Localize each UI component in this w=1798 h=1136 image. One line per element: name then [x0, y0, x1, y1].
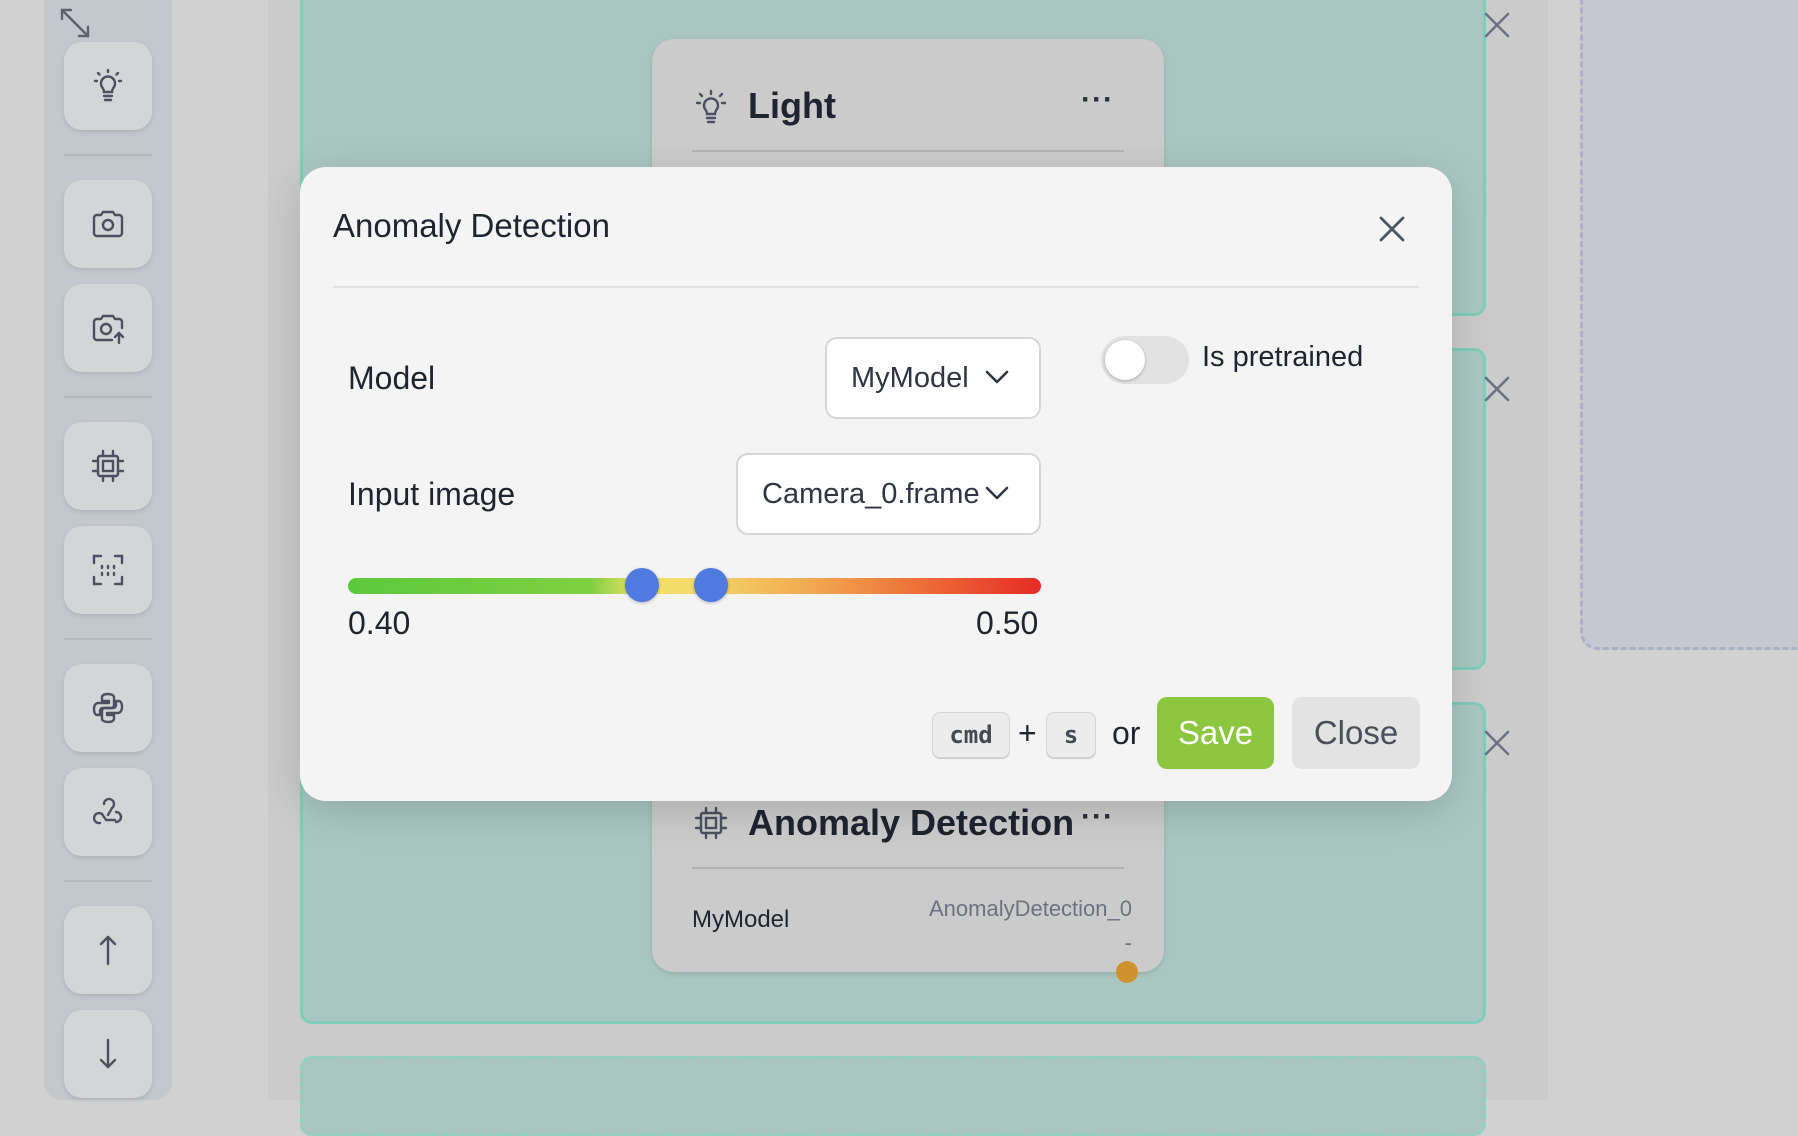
add-scan-button[interactable] — [64, 526, 152, 614]
model-label: Model — [348, 360, 436, 396]
toolbar-divider — [64, 154, 152, 156]
node-toolbar — [44, 0, 172, 1100]
toolbar-divider — [64, 638, 152, 640]
node-model-value: MyModel — [692, 906, 790, 933]
threshold-max-thumb[interactable] — [694, 568, 728, 602]
lightbulb-icon — [91, 69, 125, 103]
close-icon[interactable] — [1483, 729, 1511, 757]
add-light-button[interactable] — [64, 42, 152, 130]
close-icon[interactable] — [1483, 11, 1511, 39]
node-title: Light — [748, 85, 836, 126]
chevron-down-icon — [985, 369, 1009, 385]
python-icon — [91, 691, 125, 725]
chip-icon — [694, 806, 728, 840]
camera-icon — [91, 207, 125, 241]
webhook-icon — [91, 795, 125, 829]
add-camera-upload-button[interactable] — [64, 284, 152, 372]
save-button[interactable]: Save — [1157, 697, 1274, 769]
dialog-divider — [333, 286, 1419, 288]
more-icon[interactable]: ··· — [1081, 83, 1114, 117]
arrow-up-icon — [91, 933, 125, 967]
shortcut-key-cmd: cmd — [932, 712, 1010, 758]
add-webhook-button[interactable] — [64, 768, 152, 856]
input-image-select-value: Camera_0.frame — [762, 477, 980, 510]
expand-icon[interactable] — [58, 6, 92, 40]
threshold-min-thumb[interactable] — [625, 568, 659, 602]
chip-icon — [91, 449, 125, 483]
toolbar-divider — [64, 880, 152, 882]
close-button[interactable]: Close — [1292, 697, 1420, 769]
move-up-button[interactable] — [64, 906, 152, 994]
threshold-min-value: 0.40 — [348, 605, 411, 641]
chevron-down-icon — [985, 485, 1009, 501]
add-python-button[interactable] — [64, 664, 152, 752]
node-divider — [692, 867, 1124, 869]
add-camera-button[interactable] — [64, 180, 152, 268]
node-output-sub: - — [1124, 930, 1132, 955]
shortcut-plus: + — [1018, 715, 1037, 751]
side-panel-dropzone[interactable] — [1580, 0, 1798, 650]
is-pretrained-toggle[interactable] — [1101, 336, 1189, 384]
input-image-label: Input image — [348, 476, 516, 512]
threshold-max-value: 0.50 — [976, 605, 1039, 641]
scan-icon — [91, 553, 125, 587]
model-select[interactable]: MyModel — [825, 337, 1041, 419]
arrow-down-icon — [91, 1037, 125, 1071]
close-icon[interactable] — [1483, 375, 1511, 403]
close-icon[interactable] — [1372, 209, 1412, 249]
node-divider — [692, 150, 1124, 152]
shortcut-key-s: s — [1046, 712, 1096, 758]
output-port[interactable] — [1116, 961, 1138, 983]
is-pretrained-label: Is pretrained — [1202, 341, 1364, 373]
move-down-button[interactable] — [64, 1010, 152, 1098]
node-title: Anomaly Detection — [748, 802, 1075, 843]
pipeline-group-dropzone[interactable] — [300, 1056, 1486, 1136]
more-icon[interactable]: ··· — [1081, 800, 1114, 834]
dialog-title: Anomaly Detection — [333, 207, 610, 244]
input-image-select[interactable]: Camera_0.frame — [736, 453, 1041, 535]
lightbulb-icon — [694, 89, 728, 127]
add-model-button[interactable] — [64, 422, 152, 510]
toggle-knob — [1105, 340, 1145, 380]
shortcut-or: or — [1112, 715, 1141, 751]
anomaly-detection-dialog: Anomaly Detection Model MyModel Is pretr… — [300, 167, 1452, 801]
node-output-name: AnomalyDetection_0 — [928, 896, 1132, 921]
camera-upload-icon — [91, 311, 125, 345]
toolbar-divider — [64, 396, 152, 398]
model-select-value: MyModel — [851, 361, 969, 394]
